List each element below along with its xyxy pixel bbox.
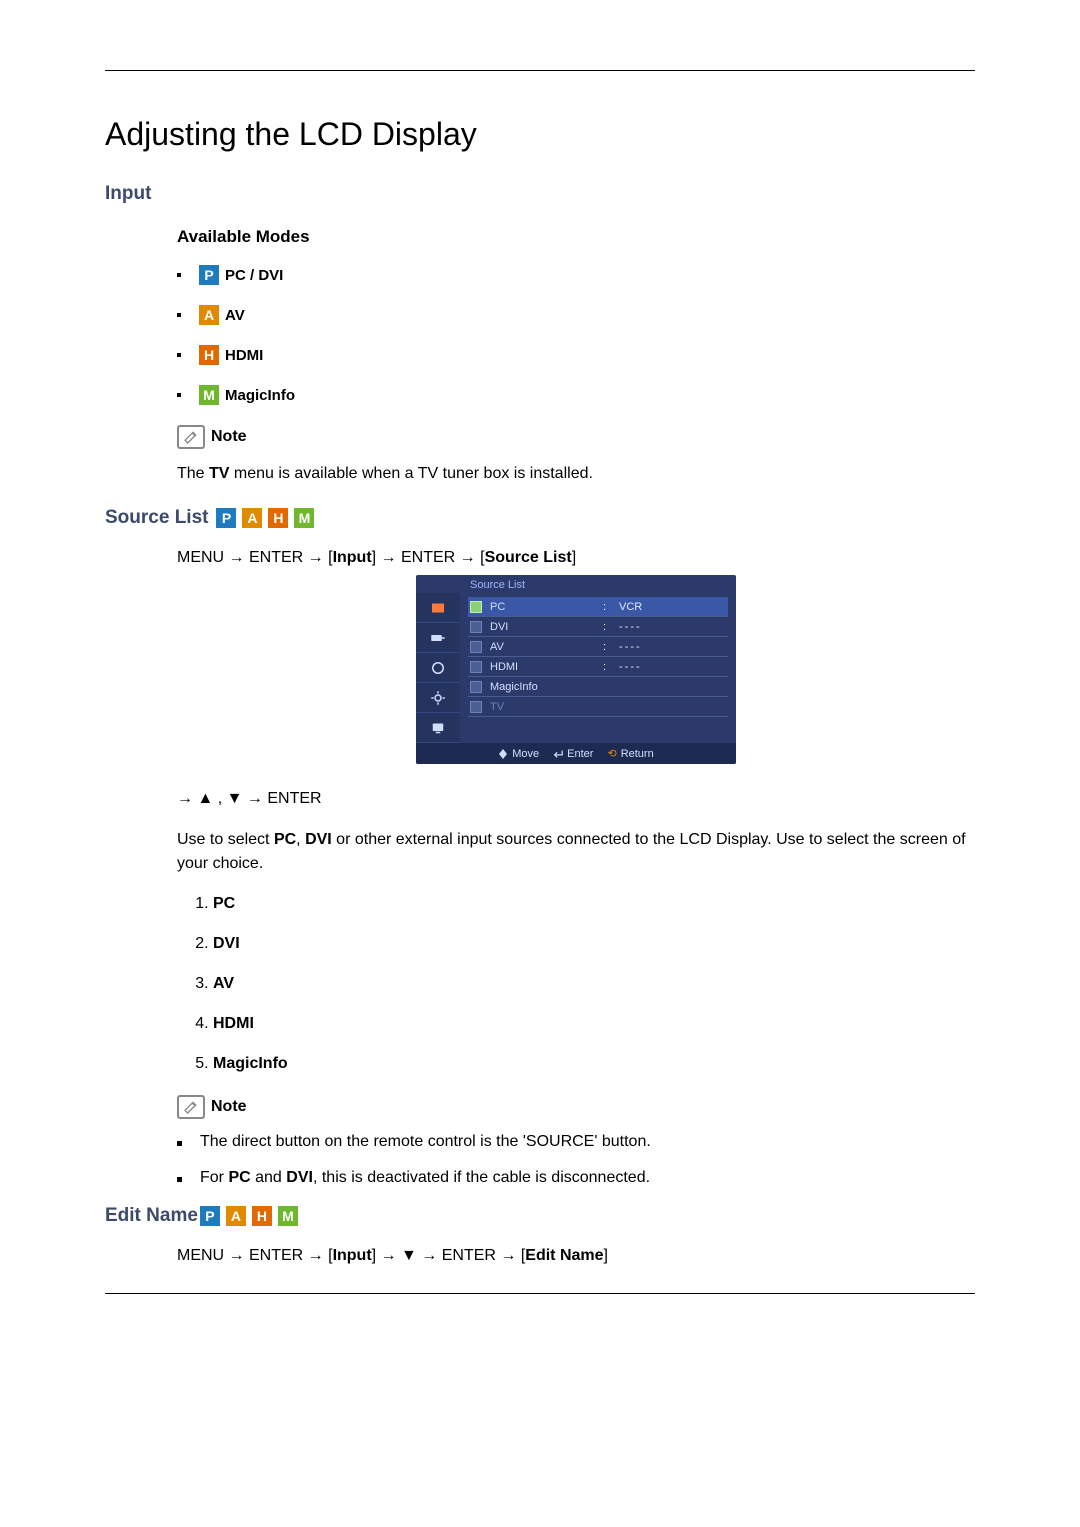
checkbox-icon: [470, 661, 482, 673]
badge-m-icon: M: [278, 1206, 298, 1226]
osd-list: PC : VCR DVI : ---- AV: [460, 593, 736, 743]
pencil-note-icon: [177, 425, 205, 449]
nav-keys: → ▲ , ▼ → ENTER: [177, 790, 975, 808]
checkbox-icon: [470, 641, 482, 653]
source-list-header: Source List P A H M: [105, 507, 975, 529]
badge-m-icon: M: [199, 385, 219, 405]
badge-p-icon: P: [199, 265, 219, 285]
list-item: AV: [213, 975, 975, 993]
osd-row-tv: TV: [468, 697, 728, 717]
mode-label: MagicInfo: [225, 387, 295, 404]
checkbox-icon: [470, 701, 482, 713]
osd-panel: Source List PC : VCR: [416, 575, 736, 764]
list-item: The direct button on the remote control …: [177, 1133, 975, 1151]
osd-sidebar: [416, 593, 460, 743]
source-list-description: Use to select PC, DVI or other external …: [177, 828, 975, 874]
edit-name-header: Edit Name P A H M: [105, 1205, 975, 1227]
checkbox-icon: [470, 601, 482, 613]
pencil-note-icon: [177, 1095, 205, 1119]
list-item: DVI: [213, 935, 975, 953]
osd-row-dvi[interactable]: DVI : ----: [468, 617, 728, 637]
checkbox-icon: [470, 621, 482, 633]
osd-tab-setup-icon[interactable]: [416, 683, 460, 713]
osd-foot-return: ⟲ Return: [607, 747, 653, 760]
bullet-icon: [177, 1141, 182, 1146]
note-body: The TV menu is available when a TV tuner…: [177, 463, 975, 485]
osd-row-av[interactable]: AV : ----: [468, 637, 728, 657]
bullet-icon: [177, 313, 181, 317]
osd-row-magicinfo[interactable]: MagicInfo: [468, 677, 728, 697]
bullet-icon: [177, 393, 181, 397]
list-item: MagicInfo: [213, 1055, 975, 1073]
menu-path-edit-name: MENU → ENTER → [Input] → ▼ → ENTER → [Ed…: [177, 1247, 975, 1265]
badge-h-icon: H: [199, 345, 219, 365]
note-text: Note: [211, 1098, 247, 1116]
source-list-heading: Source List: [105, 507, 208, 529]
mode-item-magicinfo: M MagicInfo: [177, 385, 975, 405]
badge-h-icon: H: [268, 508, 288, 528]
badge-p-icon: P: [216, 508, 236, 528]
osd-tab-sound-icon[interactable]: [416, 653, 460, 683]
badge-h-icon: H: [252, 1206, 272, 1226]
list-item: PC: [213, 895, 975, 913]
osd-tab-screen-icon[interactable]: [416, 713, 460, 743]
available-modes-heading: Available Modes: [177, 227, 975, 247]
top-rule: [105, 70, 975, 71]
osd-row-hdmi[interactable]: HDMI : ----: [468, 657, 728, 677]
bullet-icon: [177, 273, 181, 277]
modes-list: P PC / DVI A AV H HDMI M MagicInfo: [177, 265, 975, 405]
note-label: Note: [177, 425, 975, 449]
osd-footer: Move Enter ⟲ Return: [416, 743, 736, 764]
checkbox-icon: [470, 681, 482, 693]
osd-title: Source List: [416, 575, 736, 593]
menu-path-source-list: MENU → ENTER → [Input] → ENTER → [Source…: [177, 549, 975, 567]
osd-row-pc[interactable]: PC : VCR: [468, 597, 728, 617]
note-text: Note: [211, 428, 247, 446]
mode-item-pc-dvi: P PC / DVI: [177, 265, 975, 285]
badge-p-icon: P: [200, 1206, 220, 1226]
note-label: Note: [177, 1095, 975, 1119]
page-title: Adjusting the LCD Display: [105, 116, 975, 153]
mode-label: AV: [225, 307, 245, 324]
osd-tab-input-icon[interactable]: [416, 623, 460, 653]
input-heading: Input: [105, 183, 975, 205]
badge-a-icon: A: [226, 1206, 246, 1226]
bottom-rule: [105, 1293, 975, 1294]
mode-label: PC / DVI: [225, 267, 283, 284]
bullet-icon: [177, 1177, 182, 1182]
mode-label: HDMI: [225, 347, 263, 364]
list-item: For PC and DVI, this is deactivated if t…: [177, 1169, 975, 1187]
badge-m-icon: M: [294, 508, 314, 528]
source-list-numbered: PC DVI AV HDMI MagicInfo: [177, 895, 975, 1073]
note-bullets: The direct button on the remote control …: [177, 1133, 975, 1187]
bullet-icon: [177, 353, 181, 357]
mode-item-av: A AV: [177, 305, 975, 325]
edit-name-heading: Edit Name: [105, 1205, 198, 1227]
list-item: HDMI: [213, 1015, 975, 1033]
return-arrow-icon: ⟲: [607, 747, 616, 760]
osd-foot-enter: Enter: [553, 747, 593, 760]
osd-foot-move: Move: [498, 747, 539, 760]
badge-a-icon: A: [199, 305, 219, 325]
badge-a-icon: A: [242, 508, 262, 528]
mode-item-hdmi: H HDMI: [177, 345, 975, 365]
osd-tab-picture-icon[interactable]: [416, 593, 460, 623]
